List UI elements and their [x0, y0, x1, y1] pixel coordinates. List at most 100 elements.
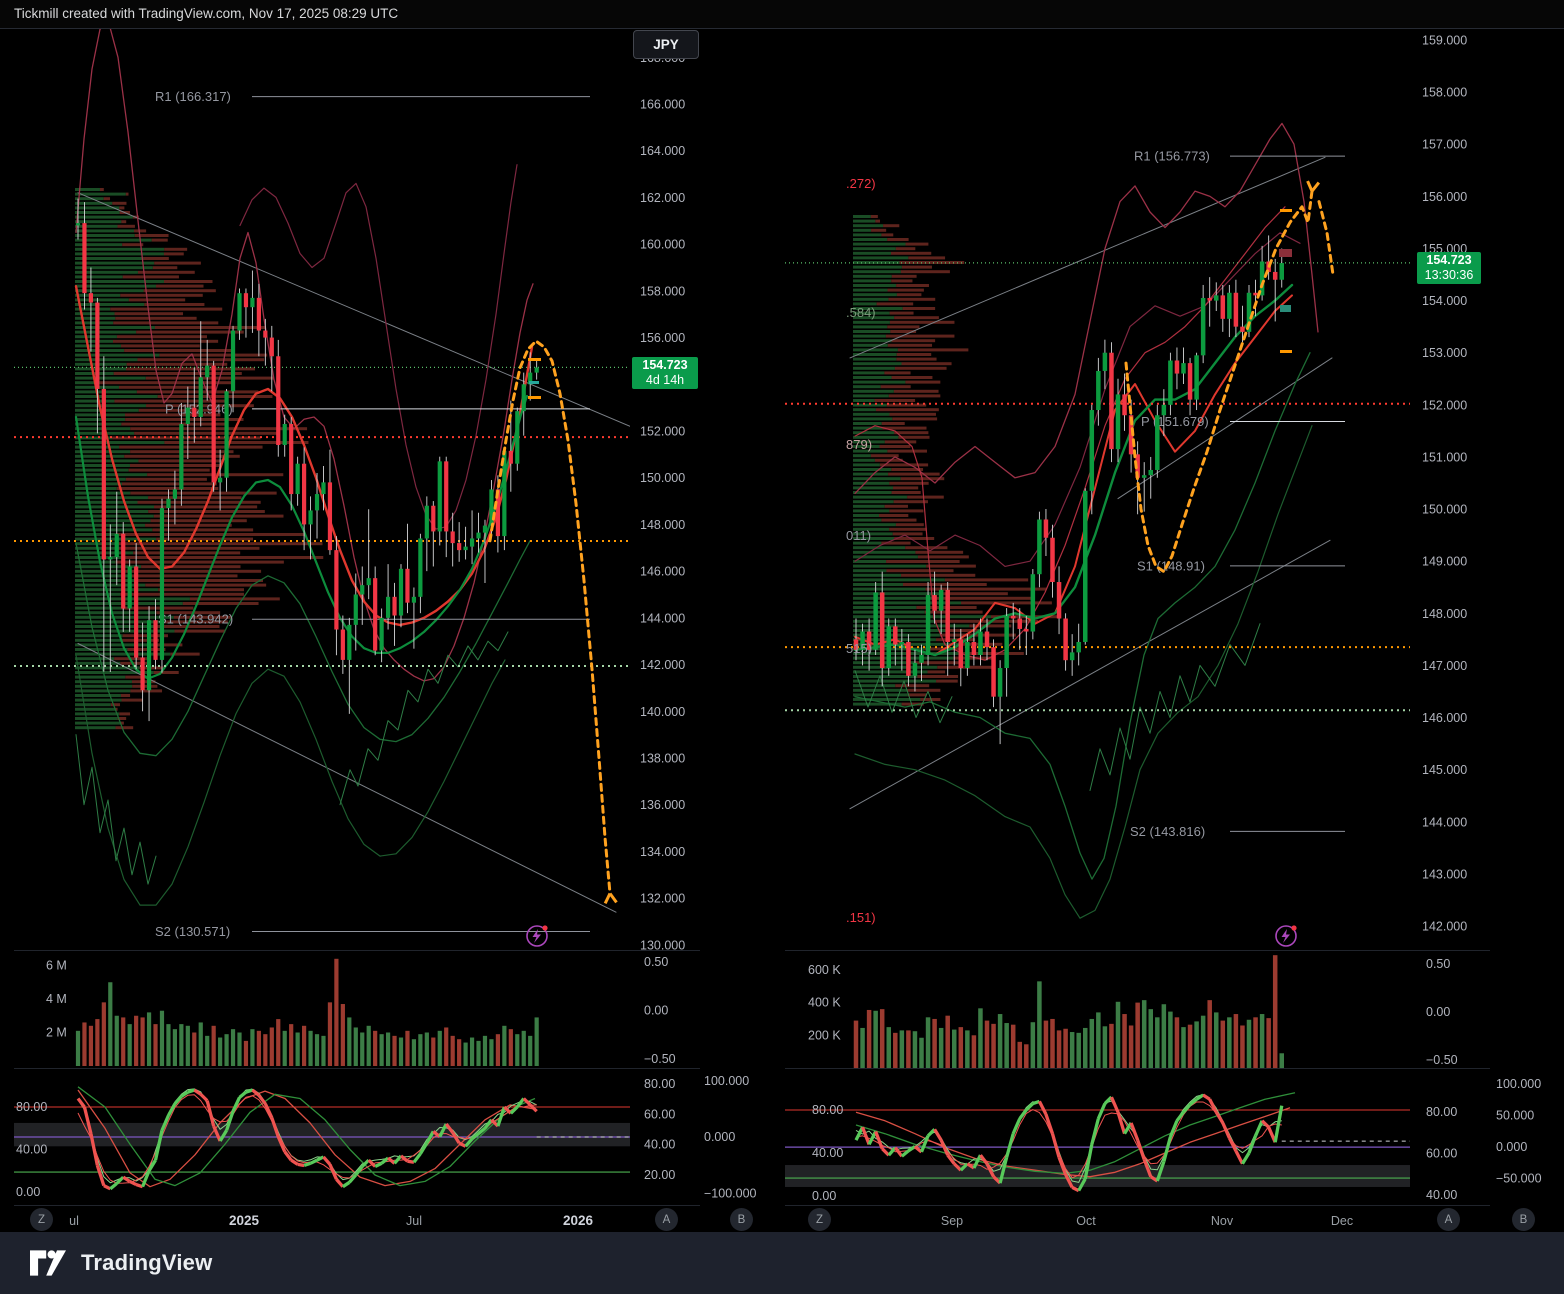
- svg-text:80.00: 80.00: [644, 1077, 675, 1091]
- svg-text:154.000: 154.000: [1422, 294, 1467, 308]
- svg-text:0.00: 0.00: [812, 1189, 836, 1203]
- svg-text:879): 879): [846, 437, 872, 452]
- svg-text:148.000: 148.000: [1422, 607, 1467, 621]
- range-a-button-right[interactable]: A: [1437, 1208, 1460, 1231]
- bar-countdown: 4d 14h: [632, 373, 698, 388]
- indicator-mark: [529, 381, 539, 384]
- svg-text:162.000: 162.000: [640, 191, 685, 205]
- svg-text:P (151.679): P (151.679): [1141, 414, 1209, 429]
- svg-text:143.000: 143.000: [1422, 867, 1467, 881]
- svg-text:Dec: Dec: [1331, 1214, 1353, 1228]
- svg-text:50.000: 50.000: [1496, 1109, 1534, 1123]
- svg-text:R1 (166.317): R1 (166.317): [155, 89, 231, 104]
- indicator-mark: [528, 358, 541, 361]
- svg-text:130.000: 130.000: [640, 938, 685, 952]
- range-b-button-left[interactable]: B: [730, 1208, 753, 1231]
- svg-text:S2 (143.816): S2 (143.816): [1130, 824, 1205, 839]
- projection-arrow: [1126, 181, 1333, 572]
- svg-text:157.000: 157.000: [1422, 138, 1467, 152]
- symbol-tab-jpy[interactable]: JPY: [633, 30, 699, 59]
- svg-text:156.000: 156.000: [1422, 190, 1467, 204]
- time-axis[interactable]: ul2025Jul2026: [69, 1213, 593, 1228]
- svg-text:144.000: 144.000: [1422, 815, 1467, 829]
- svg-text:R1 (156.773): R1 (156.773): [1134, 149, 1210, 164]
- svg-text:0.000: 0.000: [1496, 1140, 1527, 1154]
- spark-icon[interactable]: [527, 925, 548, 946]
- range-a-button-left[interactable]: A: [655, 1208, 678, 1231]
- svg-text:138.000: 138.000: [640, 751, 685, 765]
- price-pane-right-daily[interactable]: R1 (156.773) P (151.679) S1 (148.91) S2 (14…: [785, 34, 1542, 1229]
- pane-separators: [0, 29, 1564, 1206]
- svg-text:150.000: 150.000: [640, 471, 685, 485]
- pivot-levels: R1 (156.773) P (151.679) S1 (148.91) S2 (14…: [1130, 149, 1345, 839]
- oscillator-pane: 80.0040.000.0080.0060.0040.0020.00100.00…: [14, 1074, 757, 1201]
- svg-text:166.000: 166.000: [640, 98, 685, 112]
- svg-text:80.00: 80.00: [1426, 1105, 1457, 1119]
- svg-text:515): 515): [846, 641, 872, 656]
- svg-text:40.00: 40.00: [812, 1146, 843, 1160]
- svg-text:158.000: 158.000: [640, 284, 685, 298]
- svg-text:S2 (130.571): S2 (130.571): [155, 924, 230, 939]
- svg-text:Sep: Sep: [941, 1214, 963, 1228]
- svg-text:156.000: 156.000: [640, 331, 685, 345]
- zoom-button-right[interactable]: Z: [808, 1208, 831, 1231]
- svg-text:160.000: 160.000: [640, 238, 685, 252]
- svg-text:149.000: 149.000: [1422, 555, 1467, 569]
- svg-text:134.000: 134.000: [640, 845, 685, 859]
- pivot-levels: R1 (166.317)P (152.946)S1 (143.942)S2 (1…: [155, 89, 590, 939]
- svg-text:150.000: 150.000: [1422, 503, 1467, 517]
- last-price-badge-left: 154.723 4d 14h: [632, 357, 698, 389]
- svg-text:S1 (148.91): S1 (148.91): [1137, 558, 1205, 573]
- projection-arrow: [490, 341, 616, 903]
- svg-text:144.000: 144.000: [640, 611, 685, 625]
- svg-text:ul: ul: [69, 1214, 79, 1228]
- svg-text:600 K: 600 K: [808, 963, 841, 977]
- price-pane-left-weekly[interactable]: R1 (166.317)P (152.946)S1 (143.942)S2 (1…: [14, 20, 757, 1228]
- svg-text:−0.50: −0.50: [644, 1052, 676, 1066]
- plot-clip: R1 (156.773) P (151.679) S1 (148.91) S2 (14…: [785, 123, 1410, 925]
- svg-text:Oct: Oct: [1076, 1214, 1096, 1228]
- svg-text:100.000: 100.000: [1496, 1077, 1541, 1091]
- svg-text:011): 011): [846, 528, 871, 543]
- last-price-badge-right: 154.723 13:30:36: [1417, 252, 1481, 284]
- svg-text:145.000: 145.000: [1422, 763, 1467, 777]
- svg-text:60.00: 60.00: [644, 1107, 675, 1121]
- indicator-mark: [528, 396, 541, 399]
- volume-pane: 600 K400 K200 K0.500.00−0.50: [808, 955, 1458, 1068]
- svg-text:146.000: 146.000: [640, 565, 685, 579]
- svg-text:2025: 2025: [229, 1213, 260, 1228]
- range-b-button-right[interactable]: B: [1512, 1208, 1535, 1231]
- svg-text:148.000: 148.000: [640, 518, 685, 532]
- time-axis[interactable]: Sep Oct Nov Dec: [941, 1214, 1353, 1228]
- oscillator-pane: 80.0040.000.0080.0060.0040.00100.00050.0…: [785, 1077, 1542, 1203]
- price-axis[interactable]: 168.000166.000164.000162.000160.000158.0…: [640, 51, 685, 953]
- svg-text:132.000: 132.000: [640, 892, 685, 906]
- svg-text:0.000: 0.000: [704, 1130, 735, 1144]
- chart-canvas[interactable]: R1 (166.317)P (152.946)S1 (143.942)S2 (1…: [0, 0, 1564, 1294]
- svg-text:142.000: 142.000: [640, 658, 685, 672]
- brand-wordmark: TradingView: [81, 1250, 212, 1276]
- svg-text:142.000: 142.000: [1422, 920, 1467, 934]
- plot-clip: R1 (166.317)P (152.946)S1 (143.942)S2 (1…: [14, 20, 630, 939]
- svg-text:40.00: 40.00: [644, 1138, 675, 1152]
- svg-text:136.000: 136.000: [640, 798, 685, 812]
- svg-text:2026: 2026: [563, 1213, 594, 1228]
- watermark-text: Tickmill created with TradingView.com, N…: [14, 6, 398, 21]
- svg-text:40.00: 40.00: [1426, 1188, 1457, 1202]
- svg-text:0.50: 0.50: [644, 955, 668, 969]
- zoom-button-left[interactable]: Z: [30, 1208, 53, 1231]
- price-axis[interactable]: 159.000158.000157.000156.000155.000154.0…: [1422, 34, 1467, 934]
- svg-text:4 M: 4 M: [46, 992, 67, 1006]
- svg-text:Nov: Nov: [1211, 1214, 1234, 1228]
- watermark: Tickmill created with TradingView.com, N…: [0, 0, 1564, 28]
- spark-icon[interactable]: [1276, 925, 1297, 946]
- svg-text:S1 (143.942): S1 (143.942): [158, 612, 233, 627]
- volume-pane: 6 M4 M2 M0.500.00−0.50: [46, 955, 676, 1066]
- svg-text:0.50: 0.50: [1426, 957, 1450, 971]
- last-price-value: 154.723: [632, 358, 698, 373]
- indicator-mark: [1280, 305, 1291, 312]
- svg-text:100.000: 100.000: [704, 1074, 749, 1088]
- svg-text:80.00: 80.00: [16, 1100, 47, 1114]
- svg-text:158.000: 158.000: [1422, 86, 1467, 100]
- footer: TradingView: [0, 1232, 1564, 1294]
